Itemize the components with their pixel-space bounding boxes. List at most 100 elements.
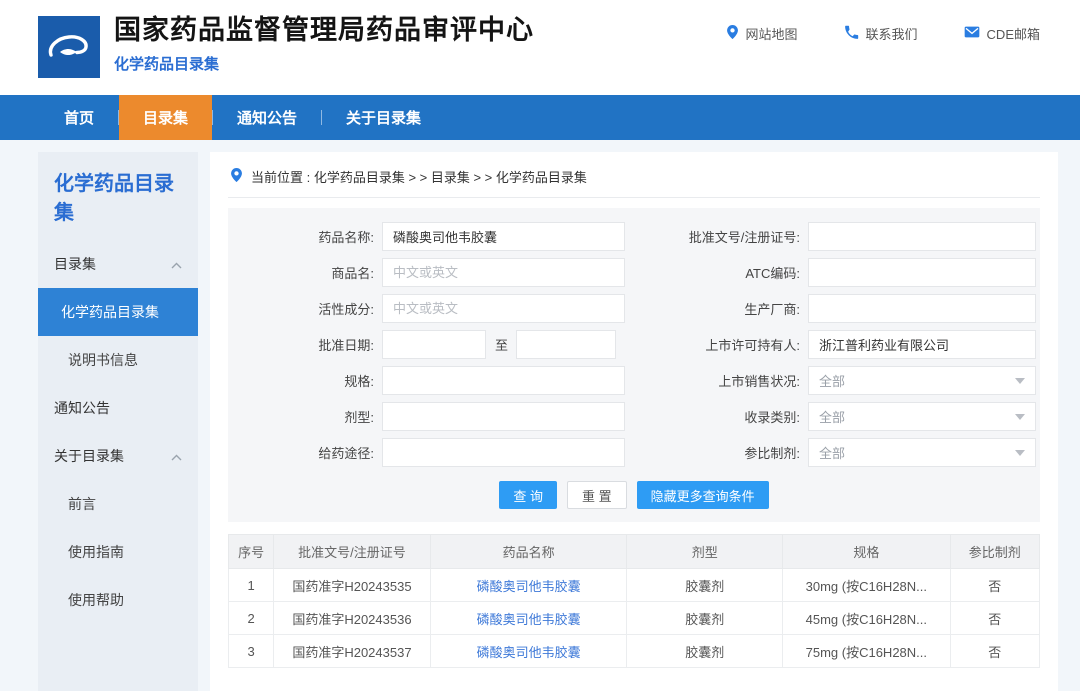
chevron-down-icon (1015, 378, 1025, 384)
column-header: 剂型 (627, 535, 783, 569)
main-nav: 首页 目录集 通知公告 关于目录集 (0, 95, 1080, 140)
sidebar-item-chemical-catalog[interactable]: 化学药品目录集 (38, 288, 198, 336)
sidebar-item-label: 前言 (68, 494, 96, 514)
drug-name-link[interactable]: 磷酸奥司他韦胶囊 (430, 569, 627, 602)
manufacturer-input[interactable] (808, 294, 1036, 323)
phone-icon (844, 25, 859, 43)
admin-route-label: 给药途径: (228, 443, 374, 462)
trade-name-input[interactable] (382, 258, 625, 287)
search-button[interactable]: 查 询 (499, 481, 557, 509)
table-row: 1国药准字H20243535磷酸奥司他韦胶囊胶囊剂30mg (按C16H28N.… (229, 569, 1040, 602)
atc-code-input[interactable] (808, 258, 1036, 287)
table-cell: 45mg (按C16H28N... (783, 602, 951, 635)
table-header-row: 序号批准文号/注册证号药品名称剂型规格参比制剂 (229, 535, 1040, 569)
cde-logo (38, 16, 100, 78)
date-to-input[interactable] (516, 330, 616, 359)
sidebar-item-help[interactable]: 使用帮助 (38, 576, 198, 624)
form-row: 上市许可持有人: (630, 330, 1038, 359)
sidebar-item-preface[interactable]: 前言 (38, 480, 198, 528)
sidebar-item-label: 使用指南 (68, 542, 124, 562)
sitemap-link[interactable]: 网站地图 (726, 24, 798, 43)
sidebar: 化学药品目录集 目录集 化学药品目录集 说明书信息 通知公告 关于目录集 (38, 152, 198, 691)
sidebar-group-catalog[interactable]: 目录集 (38, 240, 198, 288)
drug-name-link[interactable]: 磷酸奥司他韦胶囊 (430, 635, 627, 668)
table-cell: 30mg (按C16H28N... (783, 569, 951, 602)
market-status-select[interactable]: 全部 (808, 366, 1036, 395)
sidebar-group-label: 目录集 (54, 254, 96, 274)
approval-number-input[interactable] (808, 222, 1036, 251)
contact-label: 联系我们 (866, 24, 918, 43)
sidebar-group-about[interactable]: 关于目录集 (38, 432, 198, 480)
form-row: 生产厂商: (630, 294, 1038, 323)
table-cell: 国药准字H20243537 (274, 635, 431, 668)
table-cell: 1 (229, 569, 274, 602)
location-pin-icon (726, 24, 739, 43)
site-header: 国家药品监督管理局药品审评中心 化学药品目录集 网站地图 联系我们 CDE邮 (0, 0, 1080, 95)
nav-item-catalog[interactable]: 目录集 (119, 95, 212, 140)
form-row: 批准文号/注册证号: (630, 222, 1038, 251)
table-cell: 国药准字H20243536 (274, 602, 431, 635)
column-header: 序号 (229, 535, 274, 569)
sidebar-item-insert-info[interactable]: 说明书信息 (38, 336, 198, 384)
mah-input[interactable] (808, 330, 1036, 359)
results-table: 序号批准文号/注册证号药品名称剂型规格参比制剂 1国药准字H20243535磷酸… (228, 534, 1040, 668)
atc-code-label: ATC编码: (630, 263, 800, 282)
drug-name-link[interactable]: 磷酸奥司他韦胶囊 (430, 602, 627, 635)
date-from-input[interactable] (382, 330, 486, 359)
toggle-more-filters-button[interactable]: 隐藏更多查询条件 (637, 481, 769, 509)
nav-item-about[interactable]: 关于目录集 (322, 95, 445, 140)
table-cell: 否 (950, 602, 1039, 635)
breadcrumb-text: 当前位置 : 化学药品目录集 > > 目录集 > > 化学药品目录集 (251, 167, 587, 186)
sidebar-item-user-guide[interactable]: 使用指南 (38, 528, 198, 576)
location-pin-icon (230, 167, 243, 186)
select-value: 全部 (819, 371, 845, 390)
dosage-form-input[interactable] (382, 402, 625, 431)
page-body: 化学药品目录集 目录集 化学药品目录集 说明书信息 通知公告 关于目录集 (0, 140, 1080, 691)
trade-name-label: 商品名: (228, 263, 374, 282)
active-ingredient-input[interactable] (382, 294, 625, 323)
mah-label: 上市许可持有人: (630, 335, 800, 354)
inclusion-category-label: 收录类别: (630, 407, 800, 426)
approval-date-label: 批准日期: (228, 335, 374, 354)
table-cell: 胶囊剂 (627, 602, 783, 635)
main-content: 当前位置 : 化学药品目录集 > > 目录集 > > 化学药品目录集 药品名称:… (210, 152, 1058, 691)
reference-product-select[interactable]: 全部 (808, 438, 1036, 467)
spec-input[interactable] (382, 366, 625, 395)
contact-link[interactable]: 联系我们 (844, 24, 918, 43)
breadcrumb: 当前位置 : 化学药品目录集 > > 目录集 > > 化学药品目录集 (228, 158, 1040, 198)
inclusion-category-select[interactable]: 全部 (808, 402, 1036, 431)
site-title: 国家药品监督管理局药品审评中心 (114, 14, 534, 46)
sidebar-item-label: 化学药品目录集 (61, 302, 159, 322)
nav-item-home[interactable]: 首页 (40, 95, 118, 140)
site-subtitle: 化学药品目录集 (114, 53, 534, 74)
manufacturer-label: 生产厂商: (630, 299, 800, 318)
reference-product-label: 参比制剂: (630, 443, 800, 462)
page: 国家药品监督管理局药品审评中心 化学药品目录集 网站地图 联系我们 CDE邮 (0, 0, 1080, 691)
search-form: 药品名称: 商品名: 活性成分: 批准日期: (228, 208, 1040, 522)
sidebar-item-notices[interactable]: 通知公告 (38, 384, 198, 432)
table-cell: 75mg (按C16H28N... (783, 635, 951, 668)
nav-item-notices[interactable]: 通知公告 (213, 95, 321, 140)
form-row: 收录类别: 全部 (630, 402, 1038, 431)
chevron-down-icon (1015, 414, 1025, 420)
form-row: 活性成分: (228, 294, 630, 323)
chevron-up-icon (171, 448, 182, 464)
spec-label: 规格: (228, 371, 374, 390)
form-row: 商品名: (228, 258, 630, 287)
dosage-form-label: 剂型: (228, 407, 374, 426)
table-row: 2国药准字H20243536磷酸奥司他韦胶囊胶囊剂45mg (按C16H28N.… (229, 602, 1040, 635)
form-row: 给药途径: (228, 438, 630, 467)
table-cell: 否 (950, 569, 1039, 602)
form-row: 剂型: (228, 402, 630, 431)
sitemap-label: 网站地图 (746, 24, 798, 43)
mail-label: CDE邮箱 (987, 24, 1040, 43)
sidebar-title: 化学药品目录集 (38, 152, 198, 240)
mail-link[interactable]: CDE邮箱 (964, 24, 1040, 43)
drug-name-label: 药品名称: (228, 227, 374, 246)
sidebar-group-label: 关于目录集 (54, 446, 124, 466)
admin-route-input[interactable] (382, 438, 625, 467)
form-right-column: 批准文号/注册证号: ATC编码: 生产厂商: 上市许可持有人: (630, 222, 1038, 467)
drug-name-input[interactable] (382, 222, 625, 251)
table-cell: 否 (950, 635, 1039, 668)
reset-button[interactable]: 重 置 (567, 481, 627, 509)
